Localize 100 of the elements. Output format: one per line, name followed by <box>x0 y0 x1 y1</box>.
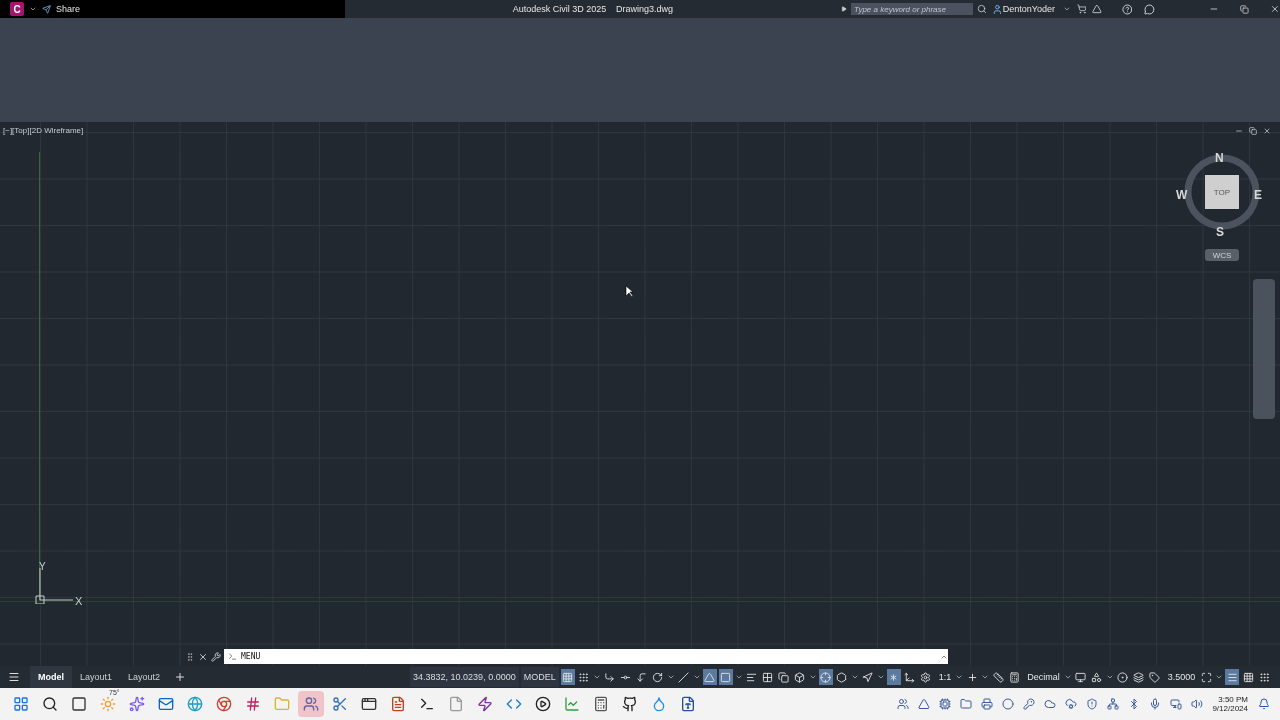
ruler-toggle[interactable] <box>991 669 1006 685</box>
command-text: MENU <box>241 652 261 661</box>
folder-icon[interactable] <box>960 698 973 710</box>
app-icon <box>419 696 435 712</box>
microphone-icon[interactable] <box>1149 698 1162 710</box>
compass-south[interactable]: S <box>1216 225 1224 239</box>
circle-toggle[interactable] <box>1115 669 1130 685</box>
wrench-icon[interactable] <box>211 651 221 662</box>
minimize-icon[interactable] <box>1235 127 1243 135</box>
viewcube-face[interactable]: TOP <box>1205 175 1239 209</box>
status-text[interactable]: Decimal <box>1027 672 1060 682</box>
search-icon[interactable] <box>977 4 988 14</box>
app-icon <box>593 696 609 712</box>
add-layout-icon[interactable] <box>174 671 187 683</box>
line-icon <box>678 671 690 683</box>
restore-icon[interactable] <box>1249 127 1257 135</box>
cloud-sync-icon[interactable] <box>1065 698 1078 710</box>
monitor-icon <box>1075 671 1087 683</box>
status-text[interactable]: 3.5000 <box>1167 672 1196 682</box>
clock-date[interactable]: 9/12/2024 <box>1212 704 1248 713</box>
cart-icon[interactable] <box>1076 4 1087 14</box>
cloud-icon[interactable] <box>1044 698 1057 710</box>
ucs-toggle[interactable] <box>818 669 833 685</box>
search-field[interactable]: Type a keyword or phrase <box>851 3 973 15</box>
drive-icon[interactable] <box>918 698 931 710</box>
model-space-button[interactable]: MODEL <box>520 667 559 687</box>
caret-icon[interactable] <box>955 673 964 681</box>
menu-toggle[interactable] <box>1225 669 1240 685</box>
chat-icon[interactable] <box>1144 3 1155 15</box>
layout-tab[interactable]: Model <box>30 666 72 688</box>
caret-icon[interactable] <box>592 673 601 681</box>
close-icon[interactable] <box>198 651 208 662</box>
shield-icon[interactable] <box>1086 698 1099 710</box>
app-icon <box>274 696 290 712</box>
caret-icon[interactable] <box>29 5 37 13</box>
layout-tab[interactable]: Layout2 <box>120 666 169 688</box>
snap-icon <box>1258 671 1270 683</box>
caret-icon[interactable] <box>1063 673 1072 681</box>
menu-icon <box>1226 671 1238 683</box>
printer-icon[interactable] <box>981 698 994 710</box>
shapes-icon <box>1091 671 1103 683</box>
teams-icon[interactable] <box>897 698 910 710</box>
user-name[interactable]: DentonYoder <box>1002 4 1056 14</box>
viewport-label[interactable]: [−][Top][2D Wireframe] <box>3 126 84 135</box>
app-icon <box>245 696 261 712</box>
close-icon[interactable] <box>1263 127 1271 135</box>
help-icon[interactable] <box>1121 3 1133 15</box>
grip-icon[interactable] <box>185 651 195 662</box>
volume-icon[interactable] <box>1191 698 1204 710</box>
command-line-field[interactable]: MENU <box>224 649 948 664</box>
display-icon[interactable] <box>1170 698 1183 710</box>
app-icon <box>680 696 696 712</box>
key-icon[interactable] <box>1023 698 1036 710</box>
caret-icon[interactable] <box>1062 5 1071 13</box>
caret-icon[interactable] <box>692 673 701 681</box>
circle-icon[interactable] <box>1002 698 1015 710</box>
layout-tab[interactable]: Layout1 <box>72 666 121 688</box>
angle-toggle[interactable] <box>702 669 717 685</box>
cube-toggle[interactable] <box>792 669 807 685</box>
caret-icon[interactable] <box>1105 673 1114 681</box>
drawing-canvas[interactable]: [−][Top][2D Wireframe] N W TOP E S WCS Y X MENU <box>0 122 1280 666</box>
caret-icon[interactable] <box>666 673 675 681</box>
caret-icon[interactable] <box>850 673 859 681</box>
tag-toggle[interactable] <box>1147 669 1162 685</box>
layers-toggle[interactable] <box>1131 669 1146 685</box>
compass-north[interactable]: N <box>1215 151 1224 165</box>
clock-time[interactable]: 3:50 PM <box>1218 695 1248 704</box>
caret-icon[interactable] <box>808 673 817 681</box>
ucs-menu[interactable]: WCS <box>1205 249 1239 261</box>
menu-icon[interactable] <box>8 671 20 683</box>
caret-icon[interactable] <box>734 673 743 681</box>
chip-icon[interactable] <box>939 698 952 710</box>
compass-west[interactable]: W <box>1176 188 1188 202</box>
frame-toggle[interactable] <box>718 669 733 685</box>
triangle-icon[interactable] <box>1092 4 1102 14</box>
status-text[interactable]: 1:1 <box>938 672 952 682</box>
app-icon <box>71 696 87 712</box>
app-icon <box>42 696 58 712</box>
calculator-toggle[interactable] <box>1007 669 1022 685</box>
user-icon[interactable] <box>992 3 1003 15</box>
app-icon <box>13 696 29 712</box>
compass-east[interactable]: E <box>1254 188 1262 202</box>
restore-icon[interactable] <box>1239 4 1249 14</box>
expand-icon[interactable] <box>841 6 848 12</box>
settings-toggle[interactable] <box>918 669 933 685</box>
caret-icon[interactable] <box>1215 673 1224 681</box>
caret-icon[interactable] <box>876 673 885 681</box>
line-toggle[interactable] <box>676 669 691 685</box>
frame-icon <box>720 671 732 683</box>
caret-icon[interactable] <box>981 673 990 681</box>
close-icon[interactable] <box>1270 4 1280 14</box>
network-icon[interactable] <box>1107 698 1120 710</box>
app-icon <box>187 696 203 712</box>
grid-toggle[interactable] <box>560 669 575 685</box>
app-icon <box>303 696 319 712</box>
notification-icon[interactable] <box>1258 698 1270 710</box>
angle-icon <box>704 671 716 683</box>
share-button[interactable]: Share <box>56 4 81 14</box>
share-icon[interactable] <box>42 4 51 14</box>
app-logo[interactable]: C <box>10 2 24 16</box>
